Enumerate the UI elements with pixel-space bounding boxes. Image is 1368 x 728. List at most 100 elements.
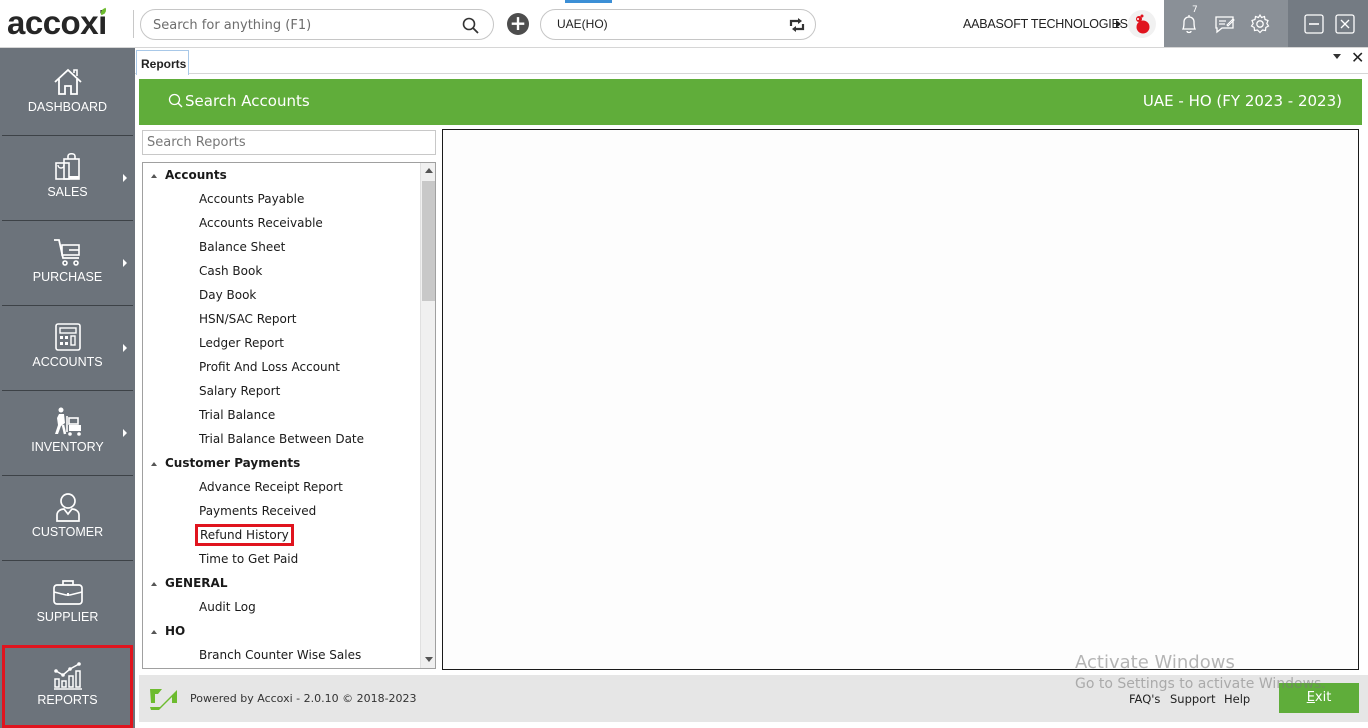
collapse-caret-icon[interactable]	[151, 582, 157, 586]
item-label[interactable]: Payments Received	[199, 504, 316, 518]
company-name[interactable]: AABASOFT TECHNOLOGIES	[963, 17, 1128, 31]
item-label[interactable]: Refund History	[195, 524, 294, 546]
tree-item-refund-history[interactable]: Refund History	[143, 523, 419, 547]
tree-item[interactable]: Advance Receipt Report	[143, 475, 419, 499]
scroll-up-arrow-icon[interactable]	[425, 168, 433, 173]
tree-item[interactable]: Trial Balance	[143, 403, 419, 427]
item-label[interactable]: Ledger Report	[199, 336, 284, 350]
search-reports-box[interactable]	[142, 130, 436, 155]
briefcase-icon	[53, 580, 83, 605]
collapse-caret-icon[interactable]	[151, 174, 157, 178]
sidebar-label: PURCHASE	[32, 270, 103, 284]
tree-group-customer-payments[interactable]: Customer Payments	[143, 451, 419, 475]
exit-button[interactable]: Exit	[1279, 683, 1359, 713]
item-label[interactable]: Cash Book	[199, 264, 262, 278]
logo-divider	[133, 10, 134, 38]
logo-leaf-icon	[99, 7, 108, 16]
active-indicator	[565, 0, 612, 3]
tree-item[interactable]: Accounts Receivable	[143, 211, 419, 235]
search-icon[interactable]	[462, 17, 479, 34]
person-icon	[56, 493, 80, 522]
search-accounts-label: Search Accounts	[185, 92, 310, 110]
minimize-icon[interactable]	[1302, 12, 1326, 36]
tree-item[interactable]: Salary Report	[143, 379, 419, 403]
tree-group-accounts[interactable]: Accounts	[143, 163, 419, 187]
global-search-box[interactable]	[140, 9, 494, 40]
sidebar-item-purchase[interactable]: PURCHASE	[2, 222, 133, 306]
sidebar-item-inventory[interactable]: INVENTORY	[2, 392, 133, 476]
tree-item[interactable]: Accounts Payable	[143, 187, 419, 211]
shopping-bag-icon	[55, 152, 80, 180]
sidebar-item-customer[interactable]: CUSTOMER	[2, 477, 133, 561]
close-icon[interactable]	[1333, 12, 1357, 36]
add-icon[interactable]: +	[507, 13, 529, 35]
tree-item[interactable]: Payments Received	[143, 499, 419, 523]
sidebar-item-supplier[interactable]: SUPPLIER	[2, 562, 133, 646]
item-label[interactable]: Advance Receipt Report	[199, 480, 343, 494]
trolley-worker-icon	[55, 407, 81, 436]
item-label[interactable]: Trial Balance	[199, 408, 275, 422]
scroll-thumb[interactable]	[422, 181, 435, 301]
tree-scrollbar[interactable]	[420, 163, 435, 668]
sync-icon[interactable]	[787, 16, 807, 34]
branch-selector[interactable]: UAE(HO)	[540, 9, 816, 40]
user-avatar-icon	[1136, 14, 1150, 34]
bell-icon[interactable]	[1177, 12, 1201, 36]
item-label[interactable]: Salary Report	[199, 384, 280, 398]
gear-icon[interactable]	[1248, 12, 1272, 36]
tree-item[interactable]: Branch Counter Wise Sales	[143, 643, 419, 667]
item-label[interactable]: Day Book	[199, 288, 256, 302]
item-label[interactable]: Balance Sheet	[199, 240, 285, 254]
tree-item[interactable]: Audit Log	[143, 595, 419, 619]
group-label: GENERAL	[165, 576, 228, 590]
sidebar-item-accounts[interactable]: ACCOUNTS	[2, 307, 133, 391]
tree-item[interactable]: Ledger Report	[143, 331, 419, 355]
sidebar-label: INVENTORY	[31, 440, 104, 454]
search-accounts-button[interactable]: Search Accounts	[168, 92, 310, 110]
item-label[interactable]: Profit And Loss Account	[199, 360, 340, 374]
scroll-down-arrow-icon[interactable]	[425, 657, 433, 662]
sidebar-item-reports[interactable]: REPORTS	[2, 645, 133, 728]
tree-group-ho[interactable]: HO	[143, 619, 419, 643]
item-label[interactable]: Accounts Receivable	[199, 216, 323, 230]
search-reports-input[interactable]	[143, 131, 435, 154]
tree-group-general[interactable]: GENERAL	[143, 571, 419, 595]
support-link[interactable]: Support	[1170, 692, 1215, 706]
global-search-input[interactable]	[153, 14, 453, 36]
company-caret-icon[interactable]	[1116, 20, 1121, 28]
logo-text-main: accox	[7, 4, 99, 41]
item-label[interactable]: Accounts Payable	[199, 192, 304, 206]
help-link[interactable]: Help	[1224, 692, 1250, 706]
sidebar-label: SALES	[47, 185, 88, 199]
notification-count: 7	[1192, 5, 1198, 15]
reports-header: Search Accounts UAE - HO (FY 2023 - 2023…	[139, 79, 1362, 125]
sidebar-item-sales[interactable]: SALES	[2, 137, 133, 221]
tree-item[interactable]: HSN/SAC Report	[143, 307, 419, 331]
item-label[interactable]: Time to Get Paid	[199, 552, 298, 566]
item-label[interactable]: Audit Log	[199, 600, 256, 614]
tree-item[interactable]: Balance Sheet	[143, 235, 419, 259]
group-label: Accounts	[165, 168, 227, 182]
cart-icon	[54, 239, 80, 266]
avatar[interactable]	[1128, 10, 1156, 38]
sidebar-label: CUSTOMER	[31, 525, 104, 539]
tree-item[interactable]: Time to Get Paid	[143, 547, 419, 571]
tree-item[interactable]: Profit And Loss Account	[143, 355, 419, 379]
tab-reports[interactable]: Reports	[136, 50, 189, 75]
tab-close-icon[interactable]: ✕	[1351, 48, 1364, 67]
sidebar-item-dashboard[interactable]: DASHBOARD	[2, 52, 133, 136]
sidebar-label: DASHBOARD	[27, 100, 108, 114]
item-label[interactable]: Branch Counter Wise Sales	[199, 648, 361, 662]
submenu-arrow-icon	[123, 174, 127, 182]
tree-item[interactable]: Day Book	[143, 283, 419, 307]
powered-by-text: Powered by Accoxi - 2.0.10 © 2018-2023	[190, 692, 417, 705]
collapse-caret-icon[interactable]	[151, 462, 157, 466]
item-label[interactable]: Trial Balance Between Date	[199, 432, 364, 446]
item-label[interactable]: HSN/SAC Report	[199, 312, 296, 326]
faq-link[interactable]: FAQ's	[1129, 692, 1160, 706]
tree-item[interactable]: Cash Book	[143, 259, 419, 283]
collapse-caret-icon[interactable]	[151, 630, 157, 634]
tree-item[interactable]: Trial Balance Between Date	[143, 427, 419, 451]
tab-menu-dropdown-icon[interactable]	[1333, 54, 1341, 59]
message-icon[interactable]	[1213, 12, 1237, 36]
